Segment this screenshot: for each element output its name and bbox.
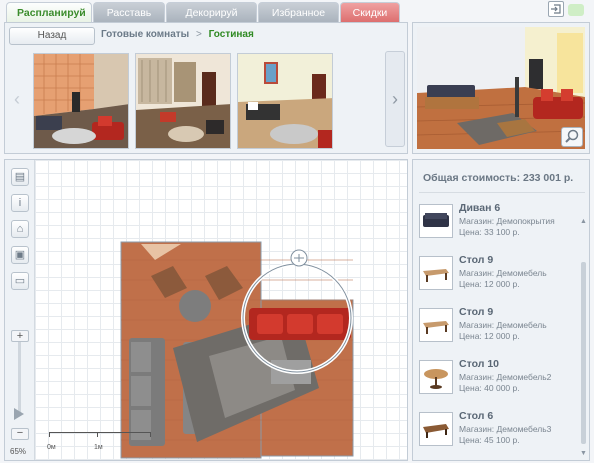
cost-sidebar: Общая стоимость: 233 001 р. Диван 6 Мага… <box>412 159 590 461</box>
scale-ruler: 0м 1м <box>47 432 159 452</box>
exit-icon[interactable] <box>548 1 564 17</box>
chevron-right-icon[interactable]: › <box>385 51 405 147</box>
list-item[interactable]: Стол 9 Магазин: Демомебель Цена: 12 000 … <box>417 254 579 308</box>
item-name[interactable]: Стол 6 <box>459 410 493 422</box>
list-item[interactable]: Стол 6 Магазин: Демомебель3 Цена: 45 100… <box>417 410 579 460</box>
divider <box>419 192 585 193</box>
item-price: Цена: 40 000 р. <box>459 383 520 393</box>
room-3d-view[interactable] <box>417 27 585 149</box>
info-icon[interactable]: i <box>11 194 29 212</box>
tab-arrange[interactable]: Расставь <box>93 2 165 22</box>
scale-tick <box>97 432 98 437</box>
table-thumbnail <box>419 256 453 290</box>
floor-planner: ▤ i ⌂ ▣ ▭ + − 65% 0м 1м <box>4 159 408 461</box>
table-thumbnail <box>419 308 453 342</box>
room-gallery: Назад Готовые комнаты > Гостиная ‹ › <box>4 22 408 154</box>
list-item[interactable]: Диван 6 Магазин: Демопокрытия Цена: 33 1… <box>417 202 579 256</box>
scale-tick <box>49 432 50 437</box>
table-thumbnail <box>419 412 453 446</box>
scale-label-0: 0м <box>47 444 56 451</box>
sidebar-scrollbar[interactable]: ▲ ▼ <box>580 218 587 458</box>
folder-icon[interactable]: ▭ <box>11 272 29 290</box>
scale-tick <box>150 432 151 437</box>
round-table-thumbnail <box>419 360 453 394</box>
room-thumbnail-2[interactable] <box>135 53 231 149</box>
zoom-in-button[interactable]: + <box>11 330 29 342</box>
lamp-icon[interactable]: ⌂ <box>11 220 29 238</box>
tab-plan[interactable]: Распланируй <box>6 2 92 22</box>
scale-label-1: 1м <box>94 444 103 451</box>
list-item[interactable]: Стол 9 Магазин: Демомебель Цена: 12 000 … <box>417 306 579 360</box>
sofa-thumbnail <box>419 204 453 238</box>
breadcrumb-separator: > <box>196 29 202 40</box>
item-shop: Магазин: Демомебель3 <box>459 424 552 434</box>
planner-toolbar: ▤ i ⌂ ▣ ▭ + − 65% <box>5 160 35 460</box>
floor-plan-canvas[interactable] <box>5 160 409 462</box>
room-thumbnail-3[interactable] <box>237 53 333 149</box>
item-name[interactable]: Стол 9 <box>459 306 493 318</box>
item-name[interactable]: Стол 9 <box>459 254 493 266</box>
item-price: Цена: 12 000 р. <box>459 331 520 341</box>
item-shop: Магазин: Демомебель <box>459 268 547 278</box>
magnifier-icon[interactable] <box>561 127 583 147</box>
chevron-left-icon[interactable]: ‹ <box>7 51 27 147</box>
item-shop: Магазин: Демомебель2 <box>459 372 552 382</box>
status-indicator <box>568 4 584 16</box>
room-thumbnail-1[interactable] <box>33 53 129 149</box>
item-price: Цена: 12 000 р. <box>459 279 520 289</box>
scroll-up-icon[interactable]: ▲ <box>580 218 587 226</box>
item-name[interactable]: Стол 10 <box>459 358 499 370</box>
app-root: Распланируй Расставь Декорируй Избранное… <box>0 0 594 463</box>
breadcrumb: Готовые комнаты > Гостиная <box>101 29 254 40</box>
scroll-down-icon[interactable]: ▼ <box>580 450 587 458</box>
tab-discounts[interactable]: Скидки <box>340 2 400 22</box>
item-shop: Магазин: Демомебель <box>459 320 547 330</box>
scrollbar-thumb[interactable] <box>581 262 586 444</box>
item-price: Цена: 45 100 р. <box>459 435 520 445</box>
tab-decorate[interactable]: Декорируй <box>166 2 257 22</box>
item-name[interactable]: Диван 6 <box>459 202 500 214</box>
zoom-slider-thumb[interactable] <box>14 408 24 420</box>
tab-favorites[interactable]: Избранное <box>258 2 339 22</box>
total-cost: Общая стоимость: 233 001 р. <box>423 172 574 184</box>
save-icon[interactable]: ▣ <box>11 246 29 264</box>
list-item[interactable]: Стол 10 Магазин: Демомебель2 Цена: 40 00… <box>417 358 579 412</box>
item-price: Цена: 33 100 р. <box>459 227 520 237</box>
zoom-out-button[interactable]: − <box>11 428 29 440</box>
main-tabs: Распланируй Расставь Декорируй Избранное… <box>6 2 401 22</box>
zoom-slider-track[interactable] <box>18 342 21 416</box>
zoom-level: 65% <box>10 447 27 456</box>
breadcrumb-living-room: Гостиная <box>208 29 254 40</box>
room-3d-preview <box>412 22 590 154</box>
breadcrumb-ready-rooms[interactable]: Готовые комнаты <box>101 29 189 40</box>
scale-line <box>49 432 151 433</box>
item-shop: Магазин: Демопокрытия <box>459 216 555 226</box>
back-button[interactable]: Назад <box>9 27 95 45</box>
page-icon[interactable]: ▤ <box>11 168 29 186</box>
